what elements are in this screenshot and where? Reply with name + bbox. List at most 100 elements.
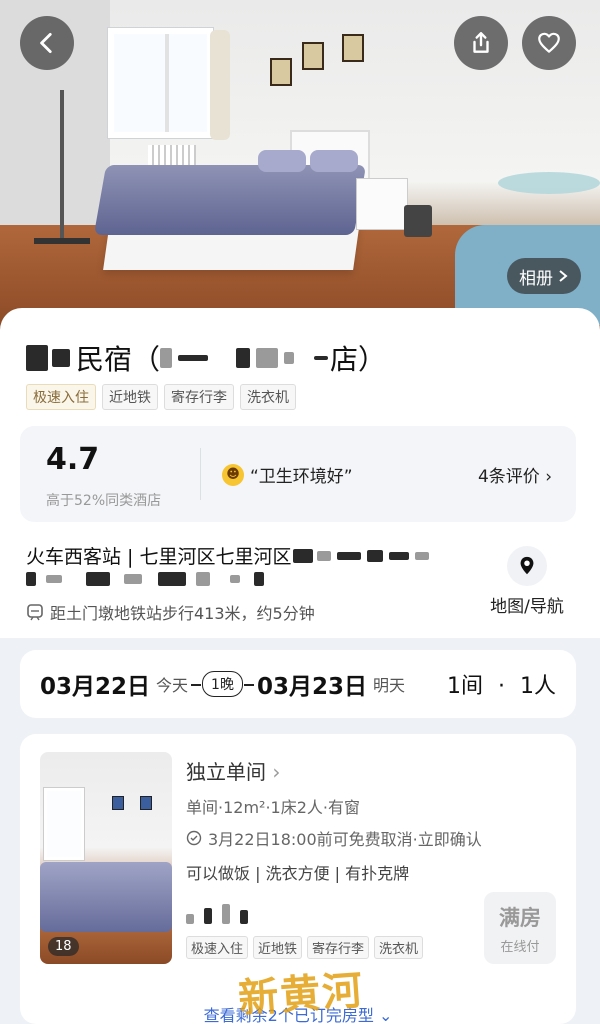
- redacted-text: [26, 345, 48, 371]
- address-text: 火车西客站 | 七里河区七里河区: [26, 546, 292, 568]
- separator: ·: [498, 674, 505, 699]
- room-photo[interactable]: 18: [40, 752, 172, 964]
- redacted-text: [236, 348, 251, 368]
- map-navigation-button[interactable]: 地图/导航: [482, 546, 572, 617]
- back-button[interactable]: [20, 16, 74, 70]
- hotel-name-paren-close: ）: [358, 343, 387, 376]
- watermark-logo: 新黄河: [236, 966, 366, 1023]
- room-guest-count[interactable]: 1间 · 1人: [447, 668, 556, 700]
- reviews-link[interactable]: 4条评价 ›: [478, 462, 552, 487]
- heart-icon: [538, 32, 560, 53]
- redacted-text: [222, 904, 230, 924]
- redacted-text: [337, 551, 362, 560]
- room-tags: 极速入住 近地铁 寄存行李 洗衣机: [186, 936, 424, 959]
- cancel-policy-text: 3月22日18:00前可免费取消·立即确认: [208, 830, 482, 849]
- map-label: 地图/导航: [490, 597, 564, 617]
- metro-icon: [27, 604, 43, 621]
- room-tag: 寄存行李: [307, 936, 370, 959]
- redacted-text: [46, 575, 62, 583]
- photo-count-badge: 18: [48, 937, 79, 956]
- chevron-right-icon: ›: [545, 467, 552, 487]
- rating-score: 4.7: [46, 442, 100, 477]
- hotel-tags: 极速入住 近地铁 寄存行李 洗衣机: [26, 384, 296, 410]
- review-highlight-text: “卫生环境好”: [250, 467, 353, 487]
- hotel-tag: 近地铁: [102, 384, 158, 410]
- rating-summary[interactable]: 4.7 高于52%同类酒店 ☻ “卫生环境好” 4条评价 ›: [20, 426, 576, 522]
- map-icon-container: [507, 546, 547, 586]
- photo-bin: [404, 205, 432, 237]
- checkout-label: 明天: [372, 676, 405, 695]
- album-label: 相册: [519, 268, 553, 289]
- chevron-right-icon: [559, 270, 568, 282]
- redacted-text: [240, 910, 248, 924]
- guest-count: 1人: [520, 674, 556, 699]
- redacted-text: [204, 908, 212, 924]
- photo-curtain: [210, 30, 230, 140]
- hotel-info-card: 民宿 （ 店 ） 极速入住 近地铁 寄存行李 洗衣机 4.7 高于52%同类酒店…: [0, 308, 600, 638]
- redacted-text: [186, 914, 194, 924]
- room-name[interactable]: 独立单间 ›: [186, 756, 280, 785]
- chevron-right-icon: ›: [272, 760, 281, 784]
- room-tag: 极速入住: [186, 936, 249, 959]
- redacted-text: [160, 348, 173, 368]
- redacted-text: [178, 355, 209, 361]
- review-highlight: ☻ “卫生环境好”: [222, 462, 353, 487]
- hotel-tag: 洗衣机: [240, 384, 296, 410]
- redacted-text: [254, 572, 264, 586]
- metro-distance: 距土门墩地铁站步行413米，约5分钟: [26, 600, 315, 624]
- photo-mop: [60, 90, 64, 240]
- redacted-text: [26, 572, 36, 586]
- photo-frame: [302, 42, 324, 70]
- hero-photo[interactable]: 相册: [0, 0, 600, 330]
- redacted-text: [158, 572, 186, 586]
- photo-frame: [112, 796, 124, 810]
- room-count: 1间: [447, 674, 483, 699]
- album-button[interactable]: 相册: [507, 258, 581, 294]
- room-features: 可以做饭 | 洗衣方便 | 有扑克牌: [186, 864, 410, 883]
- photo-nightstand: [356, 178, 408, 230]
- checkout-date: 03月23日: [256, 674, 367, 700]
- hotel-address[interactable]: 火车西客站 | 七里河区七里河区: [26, 542, 430, 569]
- redacted-text: [86, 572, 110, 586]
- redacted-text: [317, 550, 332, 561]
- redacted-text: [284, 352, 295, 364]
- smile-emoji-icon: ☻: [222, 463, 244, 486]
- photo-mop-head: [34, 238, 90, 244]
- hotel-name: 民宿 （ 店 ）: [26, 338, 386, 378]
- metro-text: 距土门墩地铁站步行413米，约5分钟: [50, 604, 315, 623]
- hotel-tag: 极速入住: [26, 384, 96, 410]
- redacted-text: [415, 551, 430, 560]
- check-circle-icon: [186, 830, 202, 846]
- photo-window: [108, 28, 213, 138]
- hotel-name-text: 民宿: [76, 343, 133, 376]
- share-icon: [473, 32, 489, 53]
- cancel-policy: 3月22日18:00前可免费取消·立即确认: [186, 826, 482, 850]
- sold-out-label: 满房: [499, 905, 541, 930]
- photo-bed: [40, 862, 172, 932]
- photo-pillow: [258, 150, 306, 172]
- redacted-text: [230, 575, 240, 583]
- favorite-button[interactable]: [522, 16, 576, 70]
- payment-label: 在线付: [500, 939, 540, 955]
- sold-out-badge: 满房 在线付: [484, 892, 556, 964]
- photo-pillow: [310, 150, 358, 172]
- hotel-name-suffix: 店: [330, 343, 359, 376]
- rating-comparison: 高于52%同类酒店: [46, 493, 162, 509]
- photo-frame: [140, 796, 152, 810]
- redacted-text: [293, 548, 314, 563]
- redacted-text: [367, 549, 384, 562]
- chevron-down-icon: ⌄: [378, 1006, 393, 1024]
- photo-table: [498, 172, 600, 194]
- redacted-text: [196, 572, 210, 586]
- divider: [200, 448, 201, 500]
- hotel-tag: 寄存行李: [164, 384, 234, 410]
- date-selector[interactable]: 03月22日 今天 1晚 03月23日 明天 1间 · 1人: [20, 650, 576, 718]
- room-tag: 近地铁: [253, 936, 303, 959]
- redacted-text: [389, 551, 410, 560]
- share-button[interactable]: [454, 16, 508, 70]
- room-price-redacted: [186, 904, 248, 924]
- redacted-text: [256, 348, 279, 368]
- room-spec: 单间·12m²·1床2人·有窗: [186, 798, 360, 817]
- photo-frame: [270, 58, 292, 86]
- redacted-text: [314, 356, 329, 360]
